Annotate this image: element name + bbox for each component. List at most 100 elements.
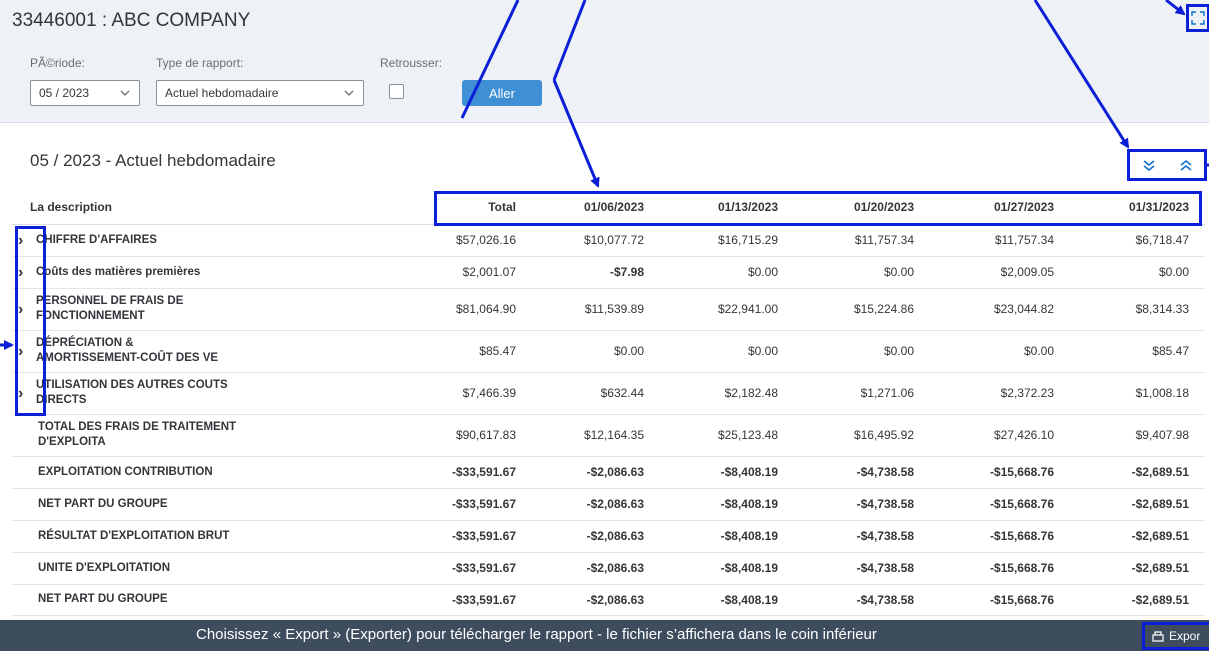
cell-value: $10,077.72	[532, 224, 660, 257]
cell-value: $85.47	[422, 330, 532, 373]
table-header-row: La description Total 01/06/2023 01/13/20…	[12, 190, 1205, 225]
cell-value: $81,064.90	[422, 288, 532, 331]
report-title: 05 / 2023 - Actuel hebdomadaire	[30, 151, 276, 170]
chevron-right-icon[interactable]: ›	[18, 264, 32, 280]
column-header-description[interactable]: La description	[12, 190, 422, 225]
cell-value: $2,372.23	[930, 372, 1070, 415]
table-row[interactable]: › PERSONNEL DE FRAIS DE FONCTIONNEMENT $81…	[12, 288, 1205, 331]
go-button[interactable]: Aller	[462, 80, 542, 106]
row-label-text: CHIFFRE D'AFFAIRES	[36, 233, 157, 246]
cell-value: -$2,086.63	[532, 520, 660, 553]
cell-value: -$2,689.51	[1070, 488, 1205, 521]
export-instruction: Choisissez « Export » (Exporter) pour té…	[196, 626, 877, 643]
column-header-week-1[interactable]: 01/06/2023	[532, 190, 660, 225]
cell-value: -$2,086.63	[532, 584, 660, 616]
cell-value: -$8,408.19	[660, 552, 794, 585]
cell-value: -$33,591.67	[422, 488, 532, 521]
cell-value: -$2,689.51	[1070, 456, 1205, 489]
table-row[interactable]: TOTAL DES FRAIS DE TRAITEMENT D'EXPLOITA …	[12, 414, 1205, 457]
cell-value: $16,495.92	[794, 414, 930, 457]
cell-value: $57,026.16	[422, 224, 532, 257]
cell-value: -$4,738.58	[794, 488, 930, 521]
row-label-text: DÉPRÉCIATION & AMORTISSEMENT-COÛT DES VE	[36, 337, 219, 364]
row-label-text: PERSONNEL DE FRAIS DE FONCTIONNEMENT	[36, 295, 184, 322]
cell-value: $11,757.34	[930, 224, 1070, 257]
cell-value: $11,539.89	[532, 288, 660, 331]
cell-value: $0.00	[794, 256, 930, 289]
chevron-right-icon[interactable]: ›	[18, 385, 32, 401]
cell-value: -$2,689.51	[1070, 584, 1205, 616]
table-row[interactable]: UNITE D'EXPLOITATION -$33,591.67 -$2,086…	[12, 552, 1205, 585]
table-row[interactable]: NET PART DU GROUPE -$33,591.67 -$2,086.6…	[12, 584, 1205, 616]
cell-value: $0.00	[794, 330, 930, 373]
table-row[interactable]: RÉSULTAT D'EXPLOITATION BRUT -$33,591.67…	[12, 520, 1205, 553]
export-button[interactable]: Expor	[1142, 622, 1209, 650]
table-row[interactable]: › DÉPRÉCIATION & AMORTISSEMENT-COÛT DES VE…	[12, 330, 1205, 373]
cell-value: $9,407.98	[1070, 414, 1205, 457]
expand-all-icon[interactable]	[1142, 158, 1156, 172]
cell-value: $11,757.34	[794, 224, 930, 257]
report-table: La description Total 01/06/2023 01/13/20…	[12, 190, 1205, 616]
cell-value: $2,182.48	[660, 372, 794, 415]
cell-value: $0.00	[660, 256, 794, 289]
row-label-text: EXPLOITATION CONTRIBUTION	[38, 465, 213, 478]
row-label: NET PART DU GROUPE	[38, 592, 422, 607]
cell-value: -$2,086.63	[532, 488, 660, 521]
chevron-right-icon[interactable]: ›	[18, 232, 32, 248]
row-label-text: NET PART DU GROUPE	[38, 497, 168, 510]
chevron-right-icon[interactable]: ›	[18, 301, 32, 317]
report-type-select[interactable]: Actuel hebdomadaire	[156, 80, 364, 106]
row-label: › Coûts des matières premières	[18, 264, 422, 280]
cell-value: -$2,086.63	[532, 456, 660, 489]
table-row[interactable]: EXPLOITATION CONTRIBUTION -$33,591.67 -$…	[12, 456, 1205, 489]
row-label: UNITE D'EXPLOITATION	[38, 561, 422, 576]
row-label: › DÉPRÉCIATION & AMORTISSEMENT-COÛT DES VE	[18, 336, 422, 366]
footer-bar: Choisissez « Export » (Exporter) pour té…	[0, 620, 1209, 651]
cell-value: -$15,668.76	[930, 456, 1070, 489]
cell-value: $6,718.47	[1070, 224, 1205, 257]
cell-value: $2,001.07	[422, 256, 532, 289]
period-select[interactable]: 05 / 2023	[30, 80, 140, 106]
column-header-week-5[interactable]: 01/31/2023	[1070, 190, 1205, 225]
collapse-all-icon[interactable]	[1179, 158, 1193, 172]
report-type-select-value: Actuel hebdomadaire	[165, 86, 279, 100]
cell-value: -$7.98	[532, 256, 660, 289]
column-header-total[interactable]: Total	[422, 190, 532, 225]
cell-value: -$8,408.19	[660, 456, 794, 489]
table-row[interactable]: › UTILISATION DES AUTRES COUTS DIRECTS $7,…	[12, 372, 1205, 415]
chevron-right-icon[interactable]: ›	[18, 343, 32, 359]
table-row[interactable]: NET PART DU GROUPE -$33,591.67 -$2,086.6…	[12, 488, 1205, 521]
cell-value: -$4,738.58	[794, 456, 930, 489]
cell-value: -$2,689.51	[1070, 552, 1205, 585]
column-header-week-2[interactable]: 01/13/2023	[660, 190, 794, 225]
cell-value: $15,224.86	[794, 288, 930, 331]
column-header-week-4[interactable]: 01/27/2023	[930, 190, 1070, 225]
export-icon	[1152, 631, 1164, 642]
cell-value: -$8,408.19	[660, 488, 794, 521]
period-select-value: 05 / 2023	[39, 86, 90, 100]
cell-value: -$4,738.58	[794, 584, 930, 616]
rollup-checkbox[interactable]	[389, 84, 404, 99]
table-row[interactable]: › CHIFFRE D'AFFAIRES $57,026.16 $10,077.7…	[12, 224, 1205, 257]
cell-value: $85.47	[1070, 330, 1205, 373]
table-row[interactable]: › Coûts des matières premières $2,001.07 …	[12, 256, 1205, 289]
cell-value: -$33,591.67	[422, 552, 532, 585]
row-label-text: UTILISATION DES AUTRES COUTS DIRECTS	[36, 379, 228, 406]
row-label: › PERSONNEL DE FRAIS DE FONCTIONNEMENT	[18, 294, 422, 324]
period-label: PÃ©riode:	[30, 56, 85, 70]
cell-value: $12,164.35	[532, 414, 660, 457]
cell-value: -$2,689.51	[1070, 520, 1205, 553]
row-label: › UTILISATION DES AUTRES COUTS DIRECTS	[18, 378, 422, 408]
row-label: EXPLOITATION CONTRIBUTION	[38, 465, 422, 480]
row-label-text: RÉSULTAT D'EXPLOITATION BRUT	[38, 529, 230, 542]
row-label-text: TOTAL DES FRAIS DE TRAITEMENT D'EXPLOITA	[38, 421, 237, 448]
fullscreen-icon[interactable]	[1186, 4, 1209, 32]
cell-value: $2,009.05	[930, 256, 1070, 289]
cell-value: $27,426.10	[930, 414, 1070, 457]
filter-header: 33446001 : ABC COMPANY PÃ©riode: 05 / 20…	[0, 0, 1209, 123]
column-header-week-3[interactable]: 01/20/2023	[794, 190, 930, 225]
cell-value: $1,271.06	[794, 372, 930, 415]
row-label-text: UNITE D'EXPLOITATION	[38, 561, 171, 574]
cell-value: -$2,086.63	[532, 552, 660, 585]
cell-value: $90,617.83	[422, 414, 532, 457]
